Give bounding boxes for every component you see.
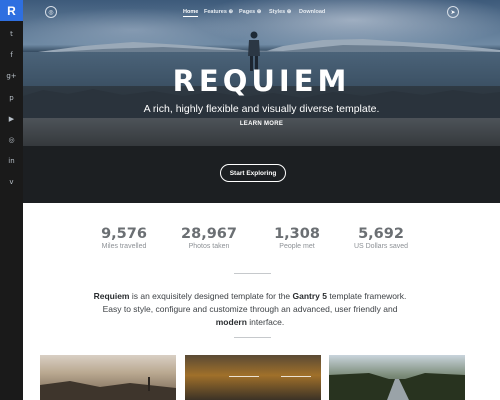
stat-dollars: 5,692 US Dollars saved bbox=[341, 226, 421, 250]
nav-styles[interactable]: Styles ⊕ bbox=[269, 9, 291, 15]
modern-emphasis: modern bbox=[215, 317, 247, 327]
learn-more-link[interactable]: LEARN MORE bbox=[23, 121, 500, 127]
stat-value: 1,308 bbox=[274, 226, 320, 242]
card-divider-line bbox=[229, 376, 259, 377]
card-image bbox=[329, 373, 465, 400]
nav-download[interactable]: Download bbox=[299, 9, 325, 15]
logo[interactable]: R bbox=[0, 0, 23, 21]
hero-title: REQUIEM bbox=[172, 64, 351, 98]
stat-label: Photos taken bbox=[188, 243, 230, 250]
divider-bottom bbox=[234, 337, 271, 338]
stat-value: 5,692 bbox=[358, 226, 404, 242]
stat-value: 28,967 bbox=[181, 226, 237, 242]
facebook-icon[interactable]: f bbox=[0, 48, 23, 62]
card-image-road-sunset[interactable] bbox=[40, 355, 176, 400]
linkedin-icon[interactable]: in bbox=[0, 154, 23, 168]
twitter-icon[interactable]: t bbox=[0, 27, 23, 41]
nav-pages[interactable]: Pages ⊕ bbox=[239, 9, 261, 15]
youtube-icon[interactable]: ▶ bbox=[0, 112, 23, 126]
nav-home[interactable]: Home bbox=[183, 9, 199, 17]
stat-value: 9,576 bbox=[101, 226, 147, 242]
vimeo-icon[interactable]: v bbox=[0, 175, 23, 189]
social-sidebar: R t f g+ p ▶ ◎ in v bbox=[0, 0, 23, 400]
card-image bbox=[40, 377, 176, 400]
framework-name: Gantry 5 bbox=[292, 291, 328, 301]
hero-subtitle: A rich, highly flexible and visually div… bbox=[143, 103, 380, 115]
hero-section: ◎ ➤ Home Features ⊕ Pages ⊕ Styles ⊕ Dow… bbox=[23, 0, 500, 203]
google-plus-icon[interactable]: g+ bbox=[0, 69, 23, 83]
brand-name: Requiem bbox=[93, 291, 130, 301]
stat-photos: 28,967 Photos taken bbox=[169, 226, 249, 250]
card-image-forest-light[interactable] bbox=[185, 355, 321, 400]
nav-features[interactable]: Features ⊕ bbox=[204, 9, 233, 15]
stat-label: US Dollars saved bbox=[353, 243, 409, 250]
globe-icon[interactable]: ◎ bbox=[45, 6, 57, 18]
stat-label: Miles travelled bbox=[101, 243, 147, 250]
card-image-road-forest[interactable] bbox=[329, 355, 465, 400]
instagram-icon[interactable]: ◎ bbox=[0, 133, 23, 147]
stat-label: People met bbox=[279, 243, 315, 250]
divider-top bbox=[234, 273, 271, 274]
stat-people: 1,308 People met bbox=[257, 226, 337, 250]
start-exploring-button[interactable]: Start Exploring bbox=[220, 164, 286, 182]
rocket-icon[interactable]: ➤ bbox=[447, 6, 459, 18]
stat-miles: 9,576 Miles travelled bbox=[84, 226, 164, 250]
pinterest-icon[interactable]: p bbox=[0, 91, 23, 105]
intro-paragraph: Requiem is an exquisitely designed templ… bbox=[93, 291, 407, 327]
card-divider-line bbox=[281, 376, 311, 377]
